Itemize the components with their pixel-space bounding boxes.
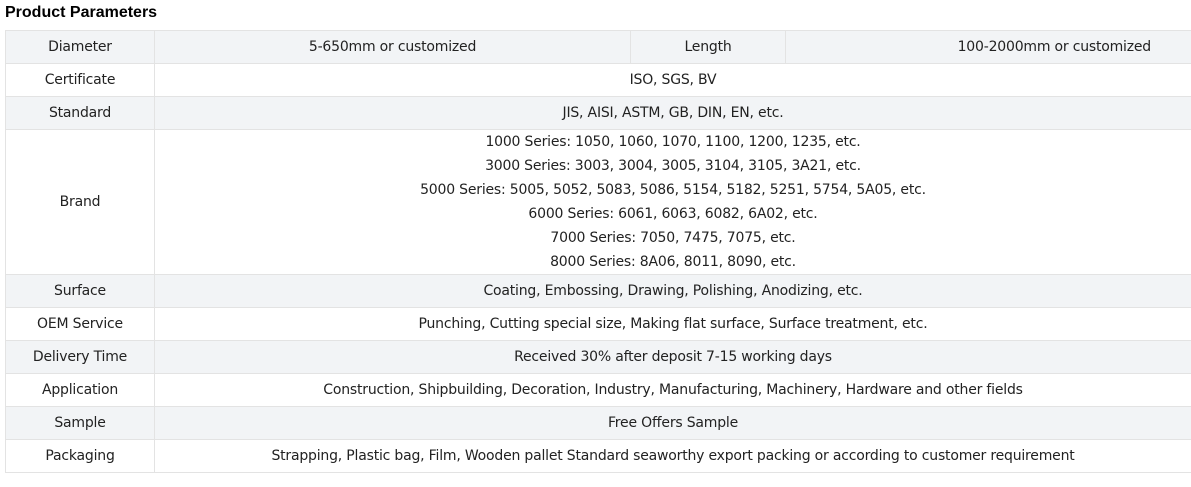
surface-label: Surface xyxy=(5,274,155,308)
diameter-value: 5-650mm or customized xyxy=(154,30,631,64)
packaging-label: Packaging xyxy=(5,439,155,473)
table-row: Standard JIS, AISI, ASTM, GB, DIN, EN, e… xyxy=(5,96,1191,130)
parameters-table: Diameter 5-650mm or customized Length 10… xyxy=(5,30,1191,473)
table-row: Sample Free Offers Sample xyxy=(5,406,1191,440)
brand-line: 3000 Series: 3003, 3004, 3005, 3104, 310… xyxy=(485,158,861,174)
table-row: Packaging Strapping, Plastic bag, Film, … xyxy=(5,439,1191,473)
length-value: 100-2000mm or customized xyxy=(785,30,1191,64)
standard-value: JIS, AISI, ASTM, GB, DIN, EN, etc. xyxy=(154,96,1191,130)
table-row: Delivery Time Received 30% after deposit… xyxy=(5,340,1191,374)
delivery-time-label: Delivery Time xyxy=(5,340,155,374)
certificate-value: ISO, SGS, BV xyxy=(154,63,1191,97)
table-row: Diameter 5-650mm or customized Length 10… xyxy=(5,30,1191,64)
sample-label: Sample xyxy=(5,406,155,440)
certificate-label: Certificate xyxy=(5,63,155,97)
brand-line: 1000 Series: 1050, 1060, 1070, 1100, 120… xyxy=(485,134,861,150)
table-row: Brand 1000 Series: 1050, 1060, 1070, 110… xyxy=(5,129,1191,275)
delivery-time-value: Received 30% after deposit 7-15 working … xyxy=(154,340,1191,374)
oem-service-value: Punching, Cutting special size, Making f… xyxy=(154,307,1191,341)
table-row: Application Construction, Shipbuilding, … xyxy=(5,373,1191,407)
diameter-label: Diameter xyxy=(5,30,155,64)
table-row: OEM Service Punching, Cutting special si… xyxy=(5,307,1191,341)
brand-value: 1000 Series: 1050, 1060, 1070, 1100, 120… xyxy=(154,129,1191,275)
brand-line: 6000 Series: 6061, 6063, 6082, 6A02, etc… xyxy=(528,206,818,222)
sample-value: Free Offers Sample xyxy=(154,406,1191,440)
brand-line: 8000 Series: 8A06, 8011, 8090, etc. xyxy=(550,254,796,270)
brand-line: 5000 Series: 5005, 5052, 5083, 5086, 515… xyxy=(420,182,926,198)
table-row: Surface Coating, Embossing, Drawing, Pol… xyxy=(5,274,1191,308)
section-title: Product Parameters xyxy=(5,4,158,21)
brand-label: Brand xyxy=(5,129,155,275)
brand-line: 7000 Series: 7050, 7475, 7075, etc. xyxy=(550,230,796,246)
oem-service-label: OEM Service xyxy=(5,307,155,341)
application-label: Application xyxy=(5,373,155,407)
packaging-value: Strapping, Plastic bag, Film, Wooden pal… xyxy=(154,439,1191,473)
product-parameters-section: Product Parameters Diameter 5-650mm or c… xyxy=(0,0,1191,487)
length-label: Length xyxy=(630,30,786,64)
application-value: Construction, Shipbuilding, Decoration, … xyxy=(154,373,1191,407)
surface-value: Coating, Embossing, Drawing, Polishing, … xyxy=(154,274,1191,308)
standard-label: Standard xyxy=(5,96,155,130)
table-row: Certificate ISO, SGS, BV xyxy=(5,63,1191,97)
